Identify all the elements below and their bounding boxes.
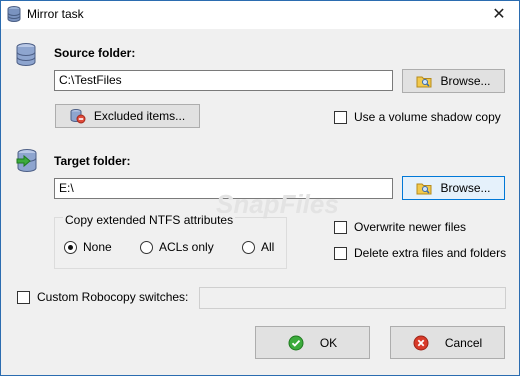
radio-button[interactable]: [140, 240, 153, 254]
target-browse-button[interactable]: Browse...: [402, 176, 505, 200]
database-icon: [15, 43, 37, 70]
folder-search-icon: [416, 181, 432, 195]
ntfs-radio-none[interactable]: None: [64, 240, 112, 254]
radio-button[interactable]: [242, 240, 255, 254]
radio-button[interactable]: [64, 240, 77, 254]
source-folder-label: Source folder:: [54, 46, 136, 60]
radio-label: None: [83, 240, 112, 254]
check-icon: [288, 335, 304, 351]
radio-label: ACLs only: [159, 240, 214, 254]
robocopy-switches-field[interactable]: [199, 287, 506, 309]
ntfs-radio-all[interactable]: All: [242, 240, 274, 254]
checkbox-box[interactable]: [334, 246, 347, 260]
overwrite-newer-checkbox[interactable]: Overwrite newer files: [334, 220, 466, 234]
cancel-button[interactable]: Cancel: [390, 326, 505, 359]
checkbox-box[interactable]: [334, 110, 347, 124]
database-icon: [7, 6, 21, 25]
checkbox-box[interactable]: [17, 290, 30, 304]
delete-extra-checkbox[interactable]: Delete extra files and folders: [334, 246, 506, 260]
cancel-label: Cancel: [444, 335, 483, 350]
exclude-icon: [70, 108, 86, 124]
ok-label: OK: [319, 335, 338, 350]
ntfs-radio-acls-only[interactable]: ACLs only: [140, 240, 214, 254]
mirror-task-dialog: Mirror task ✕ Source folder: C:\TestFile…: [0, 0, 520, 376]
target-path-field[interactable]: E:\: [54, 178, 393, 199]
excluded-items-button[interactable]: Excluded items...: [55, 104, 200, 128]
target-folder-label: Target folder:: [54, 154, 131, 168]
cancel-icon: [413, 335, 429, 351]
ntfs-group-label: Copy extended NTFS attributes: [63, 213, 236, 227]
ok-button[interactable]: OK: [255, 326, 370, 359]
close-button[interactable]: ✕: [487, 4, 511, 26]
excluded-items-label: Excluded items...: [93, 109, 186, 123]
window-title: Mirror task: [27, 7, 84, 21]
delete-extra-label: Delete extra files and folders: [354, 246, 507, 260]
title-bar: Mirror task ✕: [1, 1, 519, 29]
source-browse-button[interactable]: Browse...: [402, 69, 505, 93]
browse-label: Browse...: [440, 74, 491, 88]
overwrite-label: Overwrite newer files: [354, 220, 467, 234]
folder-search-icon: [416, 74, 432, 88]
source-path-field[interactable]: C:\TestFiles: [54, 70, 393, 91]
shadow-copy-checkbox[interactable]: Use a volume shadow copy: [334, 110, 501, 124]
checkbox-box[interactable]: [334, 220, 347, 234]
radio-label: All: [261, 240, 275, 254]
browse-label: Browse...: [440, 181, 491, 195]
shadow-copy-label: Use a volume shadow copy: [354, 110, 501, 124]
robocopy-label: Custom Robocopy switches:: [37, 290, 189, 304]
database-arrow-icon: [15, 149, 39, 176]
custom-robocopy-checkbox[interactable]: Custom Robocopy switches:: [17, 290, 188, 304]
